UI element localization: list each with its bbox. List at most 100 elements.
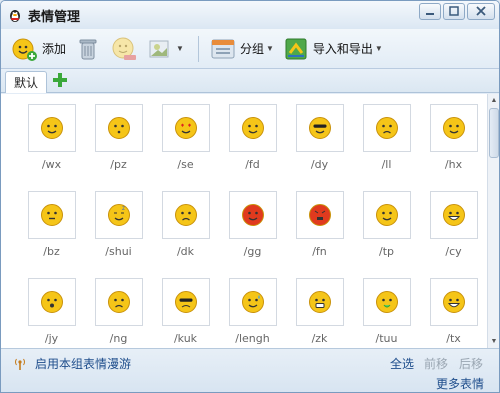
add-button[interactable]: 添加: [11, 33, 66, 65]
group-button[interactable]: 分组 ▼: [209, 33, 274, 65]
emoticon-thumbnail[interactable]: [295, 104, 344, 152]
minimize-icon: [426, 13, 434, 15]
emoticon-thumbnail[interactable]: [429, 191, 478, 239]
emoticon-item[interactable]: /se: [152, 104, 219, 191]
emoticon-item[interactable]: /fd: [219, 104, 286, 191]
chevron-down-icon: ▼: [176, 44, 184, 53]
image-icon: [149, 40, 169, 57]
enable-roaming-link[interactable]: 启用本组表情漫游: [13, 355, 131, 372]
emoticon-item[interactable]: /tp: [353, 191, 420, 278]
emoticon-shortcut-code: /kuk: [173, 332, 198, 345]
emoticon-shortcut-code: /zk: [311, 332, 328, 345]
emoticon-embarrassed-icon: [241, 204, 264, 226]
scroll-down-arrow[interactable]: ▼: [488, 335, 499, 348]
emoticon-thumbnail[interactable]: [94, 104, 143, 152]
emoticon-thumbnail[interactable]: [161, 278, 210, 326]
emoticon-shortcut-code: /tx: [446, 332, 461, 345]
emoticon-thumbnail[interactable]: [362, 104, 411, 152]
emoticon-thumbnail[interactable]: [27, 278, 76, 326]
emoticon-shortcut-code: /ng: [109, 332, 128, 345]
rename-button[interactable]: [110, 33, 138, 65]
emoticon-item[interactable]: /tx: [420, 278, 487, 348]
emoticon-item[interactable]: /ng: [85, 278, 152, 348]
emoticon-shortcut-code: /bz: [43, 245, 60, 258]
emoticon-item[interactable]: /dk: [152, 191, 219, 278]
roaming-antenna-icon: [15, 358, 25, 370]
emoticon-thumbnail[interactable]: [295, 191, 344, 239]
emoticon-thumbnail[interactable]: [161, 104, 210, 152]
emoticon-item[interactable]: /jy: [18, 278, 85, 348]
emoticon-thumbnail[interactable]: [228, 104, 277, 152]
emoticon-item[interactable]: /kuk: [152, 278, 219, 348]
tab-label: 默认: [14, 76, 39, 90]
title-bar: 表情管理: [1, 1, 499, 29]
close-button[interactable]: [467, 3, 495, 20]
emoticon-surprised-icon: [40, 291, 63, 313]
move-back-link[interactable]: 后移: [459, 355, 483, 372]
minimize-button[interactable]: [419, 3, 441, 20]
emoticon-thumbnail[interactable]: [429, 278, 478, 326]
emoticon-shortcut-code: /tp: [378, 245, 394, 258]
emoticon-thumbnail[interactable]: [228, 191, 277, 239]
emoticon-item[interactable]: /hx: [420, 104, 487, 191]
emoticon-thumbnail[interactable]: [27, 191, 76, 239]
emoticon-thumbnail[interactable]: [161, 191, 210, 239]
footer-bar: 启用本组表情漫游 全选 前移 后移 更多表情: [1, 348, 499, 392]
emoticon-love-icon: [174, 117, 197, 139]
scroll-thumb[interactable]: [489, 108, 499, 158]
emoticon-thumbnail[interactable]: [362, 278, 411, 326]
add-emoticon-icon: [12, 38, 37, 61]
emoticon-item[interactable]: /dy: [286, 104, 353, 191]
emoticon-thumbnail[interactable]: [27, 104, 76, 152]
set-image-button[interactable]: ▼: [146, 33, 184, 65]
folder-group-icon: [211, 39, 235, 58]
emoticon-smile-icon: [40, 117, 63, 139]
emoticon-shy-icon: [442, 117, 465, 139]
scroll-up-arrow[interactable]: ▲: [488, 94, 499, 107]
emoticon-item[interactable]: /lengh: [219, 278, 286, 348]
emoticon-shortcut-code: /fd: [245, 158, 260, 171]
emoticon-item[interactable]: /ll: [353, 104, 420, 191]
emoticon-shortcut-code: /tuu: [375, 332, 398, 345]
emoticon-item[interactable]: z/shui: [85, 191, 152, 278]
emoticon-item[interactable]: /cy: [420, 191, 487, 278]
more-emoticons-link[interactable]: 更多表情: [436, 375, 484, 392]
emoticon-thumbnail[interactable]: [362, 191, 411, 239]
svg-text:z: z: [122, 206, 125, 212]
emoticon-item[interactable]: /gg: [219, 191, 286, 278]
emoticon-thumbnail[interactable]: [228, 278, 277, 326]
emoticon-thumbnail[interactable]: [429, 104, 478, 152]
add-group-button[interactable]: [51, 71, 71, 91]
vertical-scrollbar[interactable]: ▲ ▼: [487, 94, 499, 348]
emoticon-item[interactable]: /zk: [286, 278, 353, 348]
emoticon-shortcut-code: /hx: [444, 158, 463, 171]
maximize-button[interactable]: [443, 3, 465, 20]
emoticon-shortcut-code: /se: [177, 158, 194, 171]
emoticon-cool-icon: [308, 117, 331, 139]
tab-default[interactable]: 默认: [5, 71, 48, 93]
move-forward-link[interactable]: 前移: [424, 355, 448, 372]
emoticon-tears-icon: [375, 117, 398, 139]
qq-penguin-icon: [10, 10, 20, 22]
emoticon-thumbnail[interactable]: [94, 278, 143, 326]
select-all-link[interactable]: 全选: [390, 355, 414, 372]
emoticon-pout-icon: [107, 117, 130, 139]
emoticon-grid: /wx/pz/se/fd/dy/ll/hx/bz z/shui/dk/gg/fn /…: [1, 94, 487, 348]
emoticon-shortcut-code: /shui: [105, 245, 132, 258]
emoticon-cheeky-icon: [375, 204, 398, 226]
emoticon-thumbnail[interactable]: z: [94, 191, 143, 239]
emoticon-item[interactable]: /pz: [85, 104, 152, 191]
emoticon-shortcut-code: /wx: [41, 158, 62, 171]
emoticon-shortcut-code: /ll: [381, 158, 392, 171]
emoticon-item[interactable]: /fn: [286, 191, 353, 278]
chevron-down-icon: ▼: [374, 44, 383, 53]
emoticon-thumbnail[interactable]: [295, 278, 344, 326]
emoticon-item[interactable]: /bz: [18, 191, 85, 278]
emoticon-cry-icon: [174, 204, 197, 226]
emoticon-item[interactable]: /tuu: [353, 278, 420, 348]
import-export-icon: [285, 38, 307, 59]
emoticon-shortcut-code: /lengh: [235, 332, 270, 345]
import-export-button[interactable]: 导入和导出 ▼: [282, 33, 383, 65]
delete-button[interactable]: [74, 33, 102, 65]
emoticon-item[interactable]: /wx: [18, 104, 85, 191]
